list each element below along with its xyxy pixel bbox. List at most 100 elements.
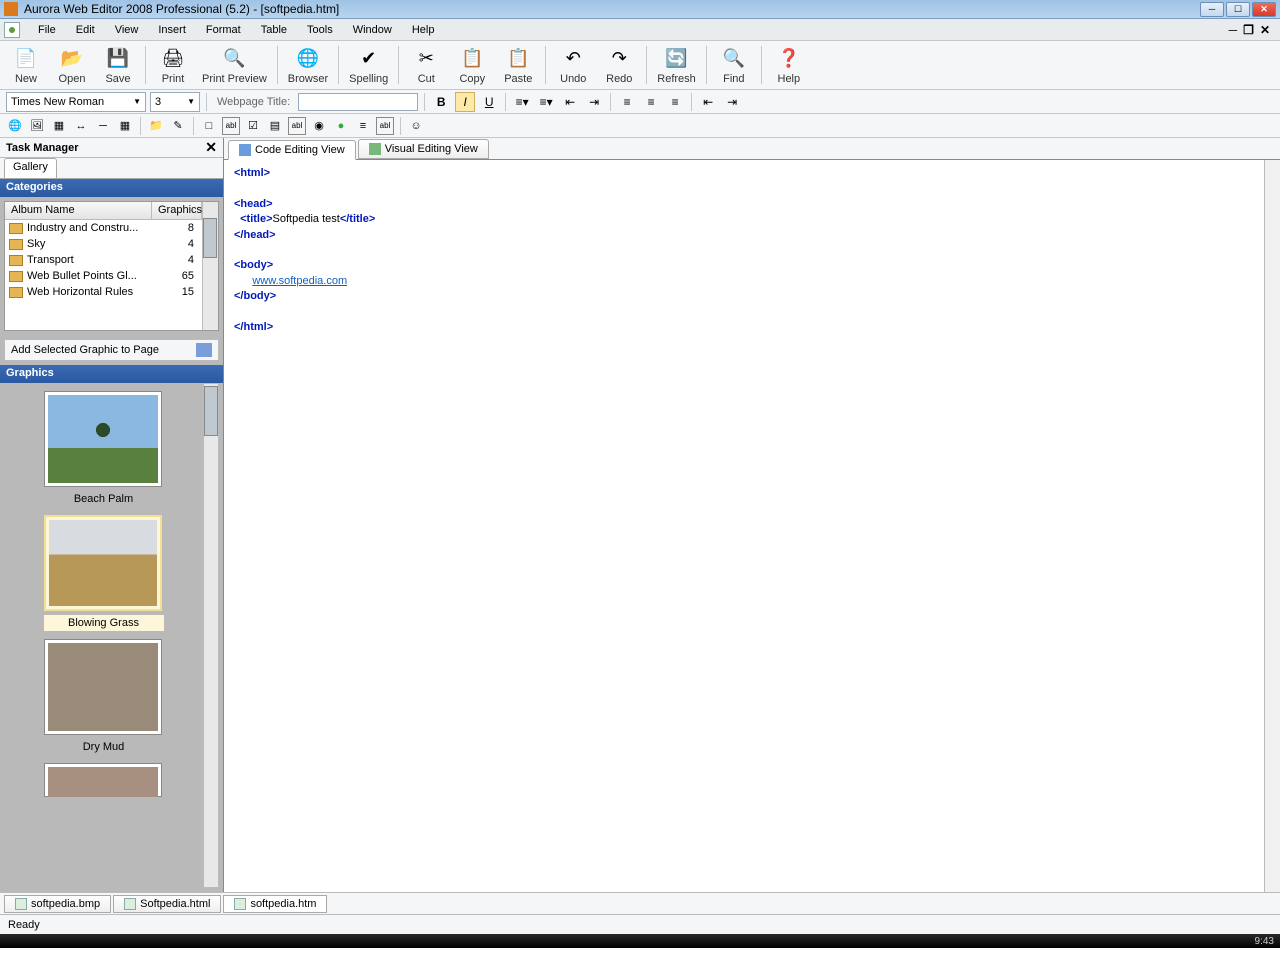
- editor-area: Code Editing ViewVisual Editing View <ht…: [224, 138, 1280, 892]
- menu-window[interactable]: Window: [343, 19, 402, 41]
- webpage-title-input[interactable]: [298, 93, 418, 111]
- print-preview-button[interactable]: 🔍Print Preview: [197, 42, 272, 88]
- record-icon[interactable]: ●: [332, 117, 350, 135]
- hr-icon[interactable]: ─: [94, 117, 112, 135]
- folder-icon: [9, 223, 23, 234]
- graphic-item[interactable]: Dry Mud: [44, 639, 164, 755]
- increase-indent-button[interactable]: ⇥: [722, 92, 742, 112]
- copy-button[interactable]: 📋Copy: [450, 42, 494, 88]
- align-left-button[interactable]: ≡: [617, 92, 637, 112]
- new-button[interactable]: 📄New: [4, 42, 48, 88]
- font-combo[interactable]: Times New Roman▼: [6, 92, 146, 112]
- save-button[interactable]: 💾Save: [96, 42, 140, 88]
- open-button[interactable]: 📂Open: [50, 42, 94, 88]
- grid-icon[interactable]: ▦: [116, 117, 134, 135]
- graphic-item[interactable]: Blowing Grass: [44, 515, 164, 631]
- print-button[interactable]: 🖨Print: [151, 42, 195, 88]
- menu-file[interactable]: File: [28, 19, 66, 41]
- editor-tab[interactable]: Code Editing View: [228, 140, 356, 160]
- square-icon[interactable]: □: [200, 117, 218, 135]
- gallery-tab-bar: Gallery: [0, 158, 223, 179]
- maximize-button[interactable]: ☐: [1226, 2, 1250, 17]
- doc-tab[interactable]: Softpedia.html: [113, 895, 221, 913]
- add-graphic-icon: [196, 343, 212, 357]
- menubar: FileEditViewInsertFormatTableToolsWindow…: [0, 19, 1280, 41]
- task-manager-close[interactable]: ✕: [205, 139, 217, 156]
- categories-table: Album Name Graphics Industry and Constru…: [4, 201, 219, 331]
- mdi-restore[interactable]: ❐: [1243, 23, 1254, 37]
- underline-button[interactable]: U: [479, 92, 499, 112]
- undo-button[interactable]: ↶Undo: [551, 42, 595, 88]
- image-icon[interactable]: 🖼: [28, 117, 46, 135]
- mdi-close[interactable]: ✕: [1260, 23, 1270, 37]
- col-album-name[interactable]: Album Name: [5, 202, 152, 219]
- code-scrollbar[interactable]: [1264, 160, 1280, 892]
- category-row[interactable]: Web Bullet Points Gl...65: [5, 268, 202, 284]
- redo-icon: ↷: [606, 46, 632, 72]
- abl-icon[interactable]: abl: [222, 117, 240, 135]
- minimize-button[interactable]: ─: [1200, 2, 1224, 17]
- menu-view[interactable]: View: [105, 19, 149, 41]
- spelling-button[interactable]: ✔Spelling: [344, 42, 393, 88]
- link-icon[interactable]: ↔: [72, 117, 90, 135]
- status-text: Ready: [8, 919, 40, 931]
- size-combo[interactable]: 3▼: [150, 92, 200, 112]
- add-graphic-button[interactable]: Add Selected Graphic to Page: [4, 339, 219, 361]
- radio-icon[interactable]: ◉: [310, 117, 328, 135]
- numbered-button[interactable]: ≡▾: [536, 92, 556, 112]
- category-row[interactable]: Transport4: [5, 252, 202, 268]
- graphic-item[interactable]: [44, 763, 164, 797]
- check-icon[interactable]: ☑: [244, 117, 262, 135]
- browser-button[interactable]: 🌐Browser: [283, 42, 333, 88]
- bold-button[interactable]: B: [431, 92, 451, 112]
- paste-icon: 📋: [505, 46, 531, 72]
- paste-button[interactable]: 📋Paste: [496, 42, 540, 88]
- category-row[interactable]: Sky4: [5, 236, 202, 252]
- align-right-button[interactable]: ≡: [665, 92, 685, 112]
- categories-scrollbar[interactable]: [202, 202, 218, 330]
- decrease-indent-button[interactable]: ⇤: [698, 92, 718, 112]
- category-row[interactable]: Industry and Constru...8: [5, 220, 202, 236]
- lines-icon[interactable]: ≡: [354, 117, 372, 135]
- doc-tab[interactable]: softpedia.htm: [223, 895, 327, 913]
- help-button[interactable]: ❓Help: [767, 42, 811, 88]
- table-icon[interactable]: ▦: [50, 117, 68, 135]
- undo-icon: ↶: [560, 46, 586, 72]
- abl2-icon[interactable]: abl: [288, 117, 306, 135]
- statusbar: Ready: [0, 914, 1280, 934]
- code-content[interactable]: <html> <head> <title>Softpedia test</tit…: [224, 160, 1264, 892]
- menu-format[interactable]: Format: [196, 19, 251, 41]
- smiley-icon[interactable]: ☺: [407, 117, 425, 135]
- graphics-scrollbar[interactable]: [203, 383, 219, 888]
- find-icon: 🔍: [721, 46, 747, 72]
- category-row[interactable]: Web Horizontal Rules15: [5, 284, 202, 300]
- sidebar: Task Manager ✕ Gallery Categories Album …: [0, 138, 224, 892]
- cut-button[interactable]: ✂Cut: [404, 42, 448, 88]
- align-center-button[interactable]: ≡: [641, 92, 661, 112]
- italic-button[interactable]: I: [455, 92, 475, 112]
- menu-insert[interactable]: Insert: [148, 19, 196, 41]
- indent-button[interactable]: ⇥: [584, 92, 604, 112]
- graphic-item[interactable]: Beach Palm: [44, 391, 164, 507]
- menu-help[interactable]: Help: [402, 19, 445, 41]
- doc-tab[interactable]: softpedia.bmp: [4, 895, 111, 913]
- edit-icon[interactable]: ✎: [169, 117, 187, 135]
- menu-table[interactable]: Table: [251, 19, 297, 41]
- folder-icon[interactable]: 📁: [147, 117, 165, 135]
- find-button[interactable]: 🔍Find: [712, 42, 756, 88]
- menu-tools[interactable]: Tools: [297, 19, 343, 41]
- help-icon: ❓: [776, 46, 802, 72]
- col-graphics[interactable]: Graphics: [152, 202, 202, 219]
- mdi-minimize[interactable]: ─: [1229, 23, 1238, 37]
- outdent-button[interactable]: ⇤: [560, 92, 580, 112]
- bullets-button[interactable]: ≡▾: [512, 92, 532, 112]
- editor-tab[interactable]: Visual Editing View: [358, 139, 489, 159]
- close-button[interactable]: ✕: [1252, 2, 1276, 17]
- gallery-tab[interactable]: Gallery: [4, 158, 57, 178]
- abl3-icon[interactable]: abl: [376, 117, 394, 135]
- redo-button[interactable]: ↷Redo: [597, 42, 641, 88]
- list-icon[interactable]: ▤: [266, 117, 284, 135]
- menu-edit[interactable]: Edit: [66, 19, 105, 41]
- refresh-button[interactable]: 🔄Refresh: [652, 42, 701, 88]
- globe-icon[interactable]: 🌐: [6, 117, 24, 135]
